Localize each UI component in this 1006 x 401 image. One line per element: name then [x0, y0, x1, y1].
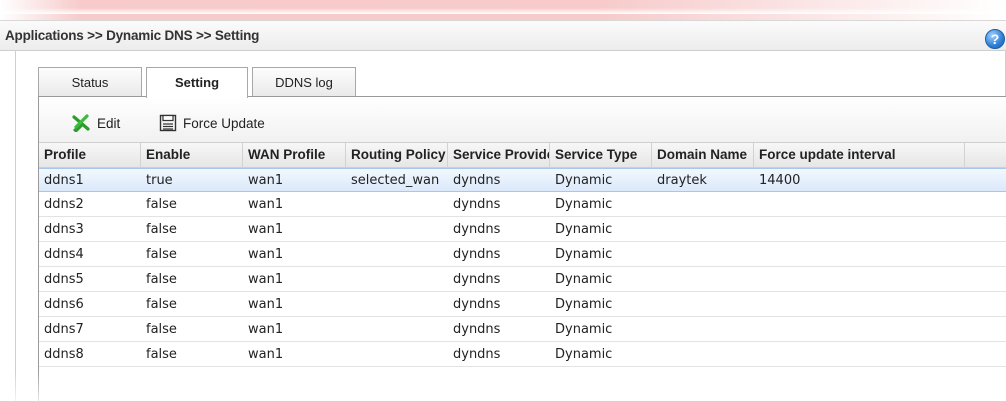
cell-force-update-interval	[754, 318, 965, 341]
cell-service-provider: dyndns	[453, 197, 501, 212]
cell-routing-policy	[346, 193, 448, 216]
cell-routing-policy	[346, 318, 448, 341]
cell-service-type: Dynamic	[555, 197, 613, 212]
cell-wan-profile: wan1	[248, 322, 284, 337]
cell-force-update-interval: 14400	[759, 173, 801, 188]
cell-service-type: Dynamic	[555, 322, 613, 337]
cell-domain-name	[652, 293, 754, 316]
column-header-domain-name[interactable]: Domain Name	[652, 143, 754, 168]
force-update-label: Force Update	[183, 115, 265, 131]
cell-profile: ddns1	[44, 173, 84, 188]
cell-wan-profile: wan1	[248, 197, 284, 212]
cell-enable: false	[146, 222, 177, 237]
cell-profile: ddns4	[44, 247, 84, 262]
edit-button[interactable]: Edit	[71, 113, 120, 133]
cell-service-provider: dyndns	[453, 322, 501, 337]
column-header-force-update-interval[interactable]: Force update interval	[754, 143, 965, 168]
cell-domain-name	[652, 318, 754, 341]
top-accent-bar	[0, 0, 1006, 20]
cell-domain-name	[652, 268, 754, 291]
cell-service-type: Dynamic	[555, 247, 613, 262]
cell-wan-profile: wan1	[248, 222, 284, 237]
column-header-profile[interactable]: Profile	[39, 143, 141, 168]
cell-service-type: Dynamic	[555, 272, 613, 287]
table-row[interactable]: ddns4 false wan1 dyndns Dynamic	[39, 243, 1006, 267]
cell-service-type: Dynamic	[555, 173, 613, 188]
cell-force-update-interval	[754, 343, 965, 366]
cell-domain-name	[652, 343, 754, 366]
breadcrumb: Applications >> Dynamic DNS >> Setting	[5, 28, 260, 43]
table-row[interactable]: ddns7 false wan1 dyndns Dynamic	[39, 318, 1006, 342]
cell-profile: ddns7	[44, 322, 84, 337]
cell-domain-name	[652, 243, 754, 266]
cell-domain-name	[652, 193, 754, 216]
cell-service-provider: dyndns	[453, 297, 501, 312]
edit-label: Edit	[97, 115, 121, 131]
cell-routing-policy	[346, 293, 448, 316]
cell-service-provider: dyndns	[453, 247, 501, 262]
cell-wan-profile: wan1	[248, 347, 284, 362]
cell-routing-policy	[346, 218, 448, 241]
table-row[interactable]: ddns6 false wan1 dyndns Dynamic	[39, 293, 1006, 317]
cell-service-provider: dyndns	[453, 222, 501, 237]
help-icon[interactable]: ?	[985, 29, 1005, 49]
tab-setting[interactable]: Setting	[146, 67, 248, 98]
table-row[interactable]: ddns5 false wan1 dyndns Dynamic	[39, 268, 1006, 292]
cell-enable: false	[146, 322, 177, 337]
table-row[interactable]: ddns3 false wan1 dyndns Dynamic	[39, 218, 1006, 242]
cell-service-provider: dyndns	[453, 347, 501, 362]
column-header-service-provider[interactable]: Service Provider	[448, 143, 550, 168]
cell-wan-profile: wan1	[248, 297, 284, 312]
cell-enable: false	[146, 347, 177, 362]
column-header-wan-profile[interactable]: WAN Profile	[243, 143, 346, 168]
column-header-service-type[interactable]: Service Type	[550, 143, 652, 168]
cell-wan-profile: wan1	[248, 173, 284, 188]
cell-enable: false	[146, 197, 177, 212]
cell-routing-policy: selected_wan	[351, 173, 440, 188]
cell-domain-name: draytek	[657, 173, 707, 188]
cell-force-update-interval	[754, 268, 965, 291]
table-row[interactable]: ddns8 false wan1 dyndns Dynamic	[39, 343, 1006, 367]
cell-force-update-interval	[754, 243, 965, 266]
tab-ddns-log[interactable]: DDNS log	[252, 67, 356, 97]
cell-profile: ddns3	[44, 222, 84, 237]
cell-profile: ddns8	[44, 347, 84, 362]
grid-toolbar: Edit Force Update	[39, 97, 1006, 142]
cell-service-type: Dynamic	[555, 297, 613, 312]
cell-domain-name	[652, 218, 754, 241]
cell-wan-profile: wan1	[248, 247, 284, 262]
cell-service-provider: dyndns	[453, 173, 501, 188]
grid-header-row: Profile Enable WAN Profile Routing Polic…	[39, 142, 1006, 168]
cell-force-update-interval	[754, 218, 965, 241]
column-header-routing-policy[interactable]: Routing Policy	[346, 143, 448, 168]
cell-routing-policy	[346, 243, 448, 266]
ddns-profile-grid: Edit Force Update Profile Enable WAN Pro…	[38, 96, 1006, 401]
cell-enable: true	[146, 173, 173, 188]
tab-status[interactable]: Status	[38, 67, 142, 97]
cell-service-type: Dynamic	[555, 222, 613, 237]
cell-profile: ddns5	[44, 272, 84, 287]
cell-service-provider: dyndns	[453, 272, 501, 287]
cell-enable: false	[146, 297, 177, 312]
cell-force-update-interval	[754, 193, 965, 216]
edit-icon	[72, 114, 90, 132]
cell-service-type: Dynamic	[555, 347, 613, 362]
cell-force-update-interval	[754, 293, 965, 316]
breadcrumb-bar: Applications >> Dynamic DNS >> Setting	[0, 20, 1006, 51]
cell-wan-profile: wan1	[248, 272, 284, 287]
table-row[interactable]: ddns1 true wan1 selected_wan dyndns Dyna…	[39, 168, 1006, 192]
cell-profile: ddns2	[44, 197, 84, 212]
cell-enable: false	[146, 272, 177, 287]
cell-profile: ddns6	[44, 297, 84, 312]
table-row[interactable]: ddns2 false wan1 dyndns Dynamic	[39, 193, 1006, 217]
column-header-enable[interactable]: Enable	[141, 143, 243, 168]
save-icon	[159, 114, 177, 132]
cell-enable: false	[146, 247, 177, 262]
cell-routing-policy	[346, 268, 448, 291]
cell-routing-policy	[346, 343, 448, 366]
column-header-extra	[965, 143, 1006, 168]
force-update-button[interactable]: Force Update	[159, 113, 265, 133]
